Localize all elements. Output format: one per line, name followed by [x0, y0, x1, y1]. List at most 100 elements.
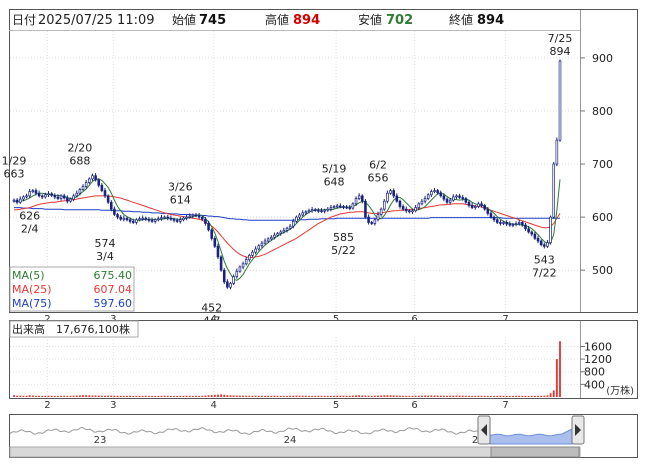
volume-bar [474, 395, 477, 397]
volume-bar [543, 395, 546, 397]
volume-bar [468, 395, 470, 397]
candle-body [40, 195, 44, 198]
volume-bar [402, 395, 405, 397]
candle-body [147, 218, 151, 221]
volume-tick-label: 800 [584, 366, 605, 379]
volume-bar [160, 395, 163, 397]
candle-body [483, 205, 486, 210]
volume-bar [420, 395, 423, 397]
volume-bar [533, 395, 536, 397]
candle-body [106, 195, 110, 203]
volume-bar [169, 395, 172, 397]
price-annotation: 2/20688 [68, 141, 93, 167]
candle-body [326, 208, 330, 211]
volume-bar [13, 395, 15, 397]
candle-body [517, 222, 521, 224]
annotation-price: 543 [534, 253, 555, 266]
volume-bar [521, 395, 524, 397]
candle-body [88, 178, 91, 183]
volume-bar [411, 395, 414, 397]
candle-body [229, 283, 232, 288]
volume-bar [235, 395, 238, 397]
volume-bar [502, 395, 505, 397]
candle-body [135, 219, 138, 223]
volume-bar [66, 395, 69, 397]
candle-body [386, 192, 389, 202]
annotation-date: 5/22 [331, 244, 356, 257]
annotation-date: 7/22 [532, 266, 557, 279]
volume-bar [173, 395, 175, 397]
candle-body [44, 194, 47, 198]
candle-body [257, 245, 261, 250]
candle-body [558, 60, 562, 141]
candle-body [342, 206, 345, 208]
candle-body [50, 193, 53, 196]
candle-body [78, 189, 82, 194]
candle-body [379, 208, 383, 215]
volume-bar [414, 395, 417, 397]
candle [216, 243, 220, 260]
volume-bar [223, 394, 226, 397]
volume-bar [304, 395, 307, 397]
candle [555, 137, 559, 167]
header-low-value: 702 [386, 13, 413, 28]
volume-bar [119, 395, 122, 397]
candle-body [317, 209, 320, 212]
volume-bar [151, 395, 154, 397]
candle-body [153, 219, 157, 222]
volume-bar [129, 395, 132, 397]
header-date-label: 日付 [12, 13, 36, 27]
candle-body [430, 191, 433, 196]
volume-bar [298, 395, 301, 397]
volume-bar [257, 395, 260, 397]
candle-body [452, 196, 455, 201]
candle-body [332, 206, 336, 208]
candle-body [486, 208, 490, 214]
volume-bar [436, 395, 439, 397]
candle-body [125, 217, 129, 221]
volume-bar [207, 395, 210, 397]
navigator-scrollbar-thumb[interactable] [490, 446, 580, 458]
candle-body [395, 195, 399, 202]
navigator-right-handle[interactable] [571, 415, 585, 445]
volume-bar [333, 395, 336, 397]
volume-bar [97, 395, 100, 397]
candle-body [492, 216, 496, 221]
header-open-value: 745 [199, 13, 226, 28]
volume-bar [552, 390, 555, 397]
volume-bar [229, 395, 232, 397]
volume-bar [22, 395, 25, 397]
volume-bar [63, 395, 66, 397]
candle-body [144, 217, 148, 220]
volume-bar [176, 395, 179, 397]
candle-body [185, 216, 188, 219]
volume-bar [157, 395, 160, 397]
volume-bar [135, 395, 138, 397]
volume-bar [166, 395, 169, 397]
volume-bar [392, 395, 395, 397]
candle-body [370, 222, 374, 224]
volume-bar [292, 395, 295, 397]
navigator-left-handle[interactable] [477, 415, 491, 445]
candle [222, 268, 226, 284]
candle-body [304, 211, 308, 214]
candle-body [323, 209, 326, 212]
candle-body [216, 245, 220, 258]
volume-bar [323, 395, 326, 397]
candle-body [91, 175, 94, 180]
candle-body [320, 210, 323, 213]
navigator-label-2: 24 [284, 435, 297, 446]
annotation-date: 1/29 [2, 155, 27, 168]
candle-body [109, 201, 113, 210]
volume-bar [126, 395, 128, 397]
candle-body [204, 218, 207, 224]
header-open-label: 始値 [172, 12, 196, 27]
candle-body [119, 216, 122, 220]
volume-bar [53, 395, 56, 397]
volume-bar [358, 395, 361, 397]
volume-bar [383, 395, 386, 397]
volume-bar [251, 395, 254, 397]
candle-body [392, 190, 395, 197]
volume-bar [163, 395, 166, 397]
candle-body [464, 198, 468, 203]
